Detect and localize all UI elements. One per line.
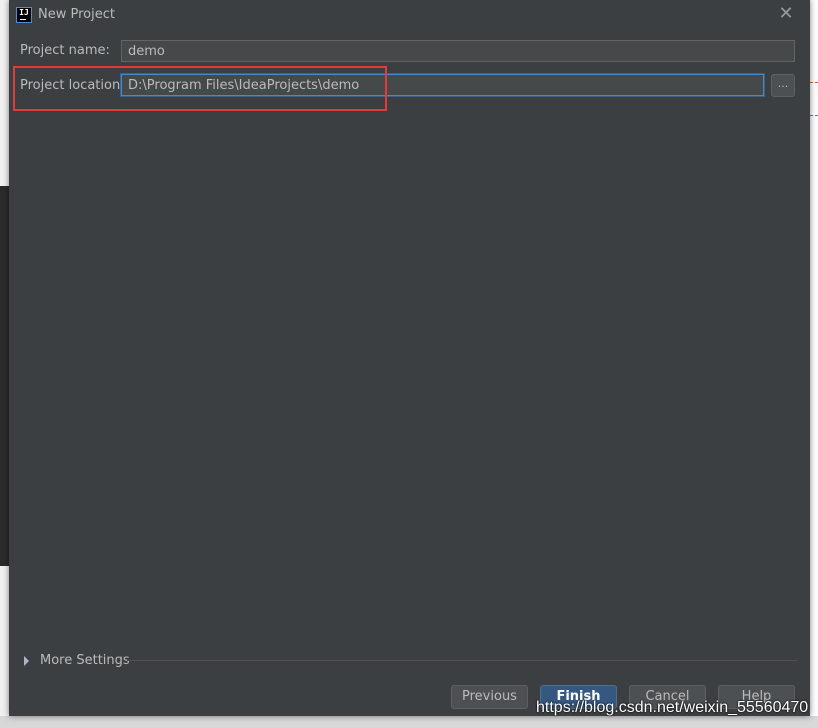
new-project-dialog: IJ New Project ✕ Project name: Project l…: [9, 0, 810, 716]
background-annotation: [810, 82, 818, 116]
previous-button[interactable]: Previous: [451, 685, 528, 709]
close-icon[interactable]: ✕: [775, 3, 797, 25]
project-name-label: Project name:: [20, 43, 110, 58]
more-settings-label: More Settings: [40, 653, 130, 668]
project-name-input[interactable]: [121, 40, 795, 62]
app-icon-text: IJ: [19, 8, 29, 17]
triangle-right-icon: [24, 656, 29, 666]
project-location-input[interactable]: [121, 74, 764, 96]
background-window-bottom: [0, 716, 818, 728]
title-bar: IJ New Project ✕: [9, 0, 810, 30]
watermark-text: https://blog.csdn.net/weixin_55560470: [536, 699, 809, 716]
app-icon-underline: [20, 19, 26, 20]
dialog-title: New Project: [38, 7, 115, 22]
background-window-right: [810, 0, 818, 728]
browse-button[interactable]: ...: [771, 74, 795, 97]
background-window-left: [0, 0, 9, 728]
more-settings-separator: [127, 660, 797, 661]
project-location-label: Project location:: [20, 78, 125, 93]
intellij-idea-icon: IJ: [16, 7, 32, 23]
background-dark-panel: [0, 186, 9, 566]
